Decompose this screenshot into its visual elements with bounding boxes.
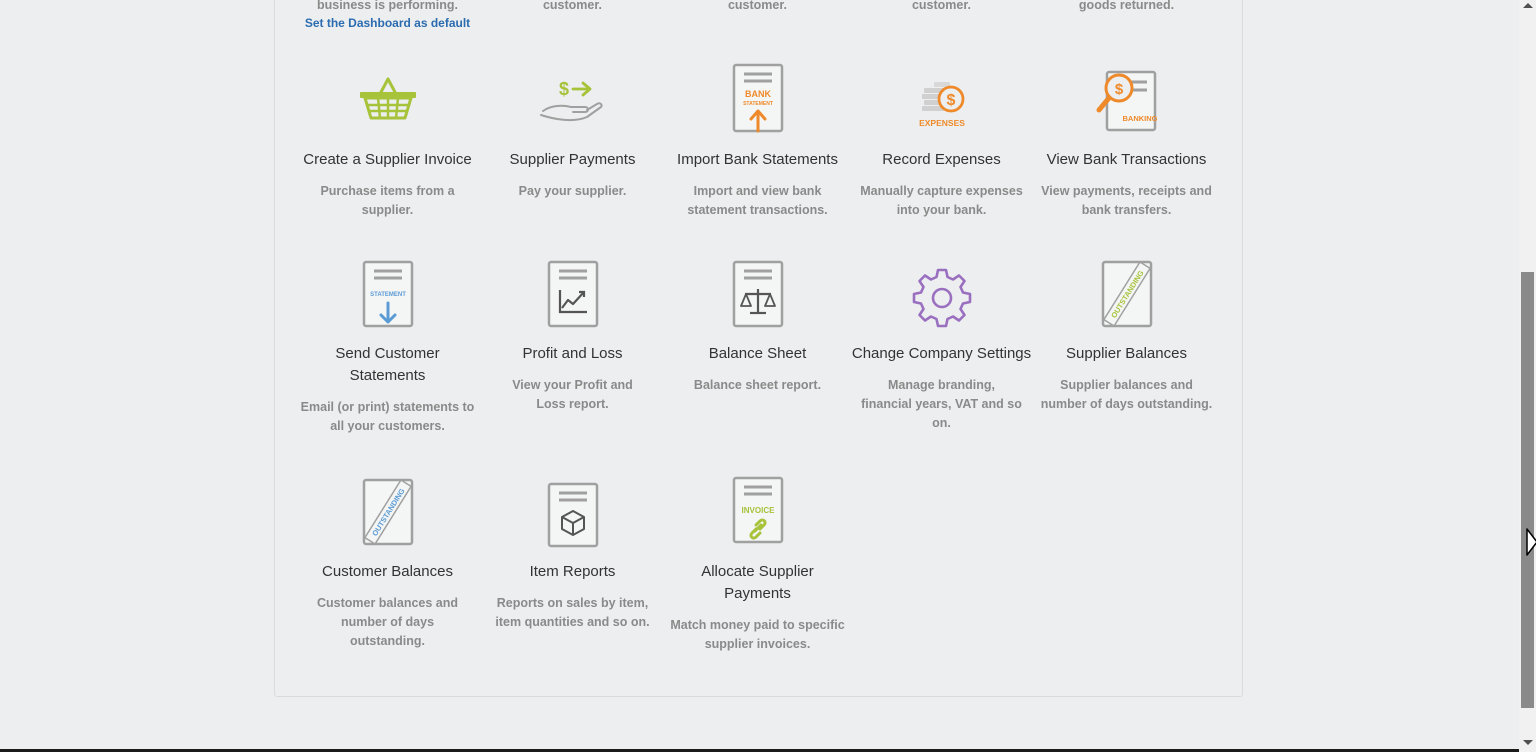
tile-customer-balances[interactable]: OUTSTANDING Customer Balances Customer b… [295,472,480,651]
tile-balance-sheet[interactable]: Balance Sheet Balance sheet report. [665,254,850,395]
bank-statement-upload-icon: BANK STATEMENT [665,60,850,140]
mouse-cursor-icon [1526,528,1536,556]
tile-title: Allocate Supplier Payments [701,563,814,602]
tile-description: Pay your supplier. [518,184,627,198]
tile-description: View your Profit and Loss report. [512,378,633,411]
tile-title: Profit and Loss [522,345,623,362]
tile-description: Balance sheet report. [693,378,822,392]
tile-fragment-col1: business is performing. [316,0,458,12]
box-report-icon [480,472,665,552]
svg-text:BANK: BANK [745,89,771,99]
tile-title: Send Customer Statements [335,345,440,384]
scrollbar-thumb[interactable] [1521,272,1534,708]
scroll-up-arrow-icon[interactable] [1523,3,1533,8]
tile-description: Email (or print) statements to all your … [300,400,475,433]
gear-icon [849,254,1034,334]
line-chart-report-icon [480,254,665,334]
tile-fragment-col3: customer. [727,0,788,12]
tile-description: Manage branding, financial years, VAT an… [861,378,1022,430]
tile-title: Create a Supplier Invoice [303,151,472,168]
tile-view-bank-transactions[interactable]: BANKING $ View Bank Transactions View pa… [1034,60,1219,220]
svg-text:INVOICE: INVOICE [741,506,775,515]
tile-description: Customer balances and number of days out… [316,596,458,648]
tile-supplier-balances[interactable]: OUTSTANDING Supplier Balances Supplier b… [1034,254,1219,414]
tile-record-expenses[interactable]: $ EXPENSES Record Expenses Manually capt… [849,60,1034,220]
scales-report-icon [665,254,850,334]
tile-description: Reports on sales by item, item quantitie… [495,596,650,629]
invoice-link-icon: INVOICE [665,472,850,552]
svg-text:STATEMENT: STATEMENT [743,101,773,107]
tile-title: Change Company Settings [851,345,1032,362]
outstanding-document-icon: OUTSTANDING [295,472,480,552]
tile-profit-and-loss[interactable]: Profit and Loss View your Profit and Los… [480,254,665,414]
tile-create-supplier-invoice[interactable]: Create a Supplier Invoice Purchase items… [295,60,480,220]
tile-description: Supplier balances and number of days out… [1040,378,1213,411]
svg-text:$: $ [946,92,955,109]
set-dashboard-default-link[interactable]: Set the Dashboard as default [295,16,480,30]
statement-download-icon: STATEMENT [295,254,480,334]
svg-text:$: $ [559,79,569,99]
outstanding-document-icon: OUTSTANDING [1034,254,1219,334]
tile-fragment-col4: customer. [911,0,972,12]
tile-title: Import Bank Statements [677,151,838,168]
tile-import-bank-statements[interactable]: BANK STATEMENT Import Bank Statements Im… [665,60,850,220]
tile-description: Purchase items from a supplier. [320,184,455,217]
tile-fragment-col2: customer. [542,0,603,12]
shopping-basket-icon [295,60,480,140]
tile-send-customer-statements[interactable]: STATEMENT Send Customer Statements Email… [295,254,480,436]
svg-text:STATEMENT: STATEMENT [370,292,406,298]
svg-text:EXPENSES: EXPENSES [919,118,965,128]
tile-title: Item Reports [529,563,616,580]
tile-title: Balance Sheet [708,345,807,362]
tile-title: Record Expenses [882,151,1001,168]
tile-title: Supplier Balances [1066,345,1187,362]
tile-change-company-settings[interactable]: Change Company Settings Manage branding,… [849,254,1034,433]
banking-magnifier-icon: BANKING $ [1034,60,1219,140]
tile-title: Supplier Payments [509,151,636,168]
tile-description: Match money paid to specific supplier in… [670,618,845,651]
svg-text:$: $ [1114,81,1123,98]
hand-money-icon: $ [480,60,665,140]
tile-title: View Bank Transactions [1046,151,1207,168]
tile-description: View payments, receipts and bank transfe… [1041,184,1212,217]
tile-description: Manually capture expenses into your bank… [860,184,1023,217]
expenses-coins-icon: $ EXPENSES [849,60,1034,140]
tile-allocate-supplier-payments[interactable]: INVOICE Allocate Supplier Payments Match… [665,472,850,654]
tile-supplier-payments[interactable]: $ Supplier Payments Pay your supplier. [480,60,665,201]
tile-fragment-col5: goods returned. [1078,0,1175,12]
scroll-down-arrow-icon[interactable] [1523,740,1533,745]
tile-title: Customer Balances [322,563,453,580]
svg-text:BANKING: BANKING [1122,114,1157,123]
tile-description: Import and view bank statement transacti… [687,184,828,217]
tile-item-reports[interactable]: Item Reports Reports on sales by item, i… [480,472,665,632]
